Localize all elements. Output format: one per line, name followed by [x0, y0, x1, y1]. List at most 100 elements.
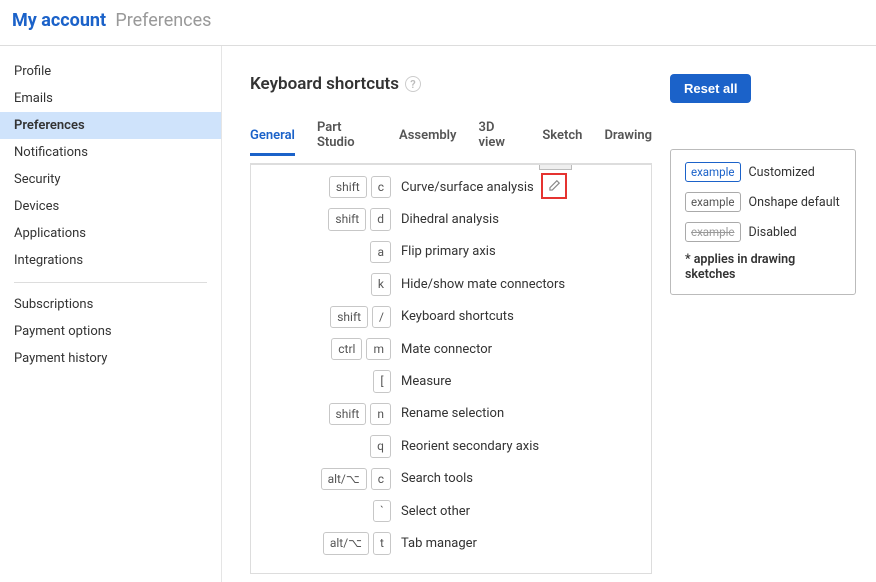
shortcut-row[interactable]: q Reorient secondary axis	[251, 430, 651, 462]
shortcut-row[interactable]: [ Measure	[251, 365, 651, 397]
tab-part-studio[interactable]: Part Studio	[317, 112, 377, 163]
legend-key-default: example	[685, 192, 741, 212]
tab-drawing[interactable]: Drawing	[604, 120, 652, 156]
shortcut-row[interactable]: ` Select other	[251, 495, 651, 527]
key: d	[370, 208, 391, 230]
shortcut-label: Select other	[401, 504, 470, 519]
shortcut-label: Measure	[401, 374, 451, 389]
shortcut-row[interactable]: shift n Rename selection	[251, 398, 651, 430]
shortcut-row[interactable]: shift / Keyboard shortcuts	[251, 301, 651, 333]
sidebar-item-integrations[interactable]: Integrations	[0, 247, 221, 274]
shortcut-row[interactable]: alt/⌥ t Tab manager	[251, 527, 651, 559]
edit-tooltip: Edit	[539, 164, 572, 170]
shortcut-keys: shift c	[261, 176, 391, 198]
sidebar-item-preferences[interactable]: Preferences	[0, 112, 221, 139]
section-title: Keyboard shortcuts ?	[250, 74, 421, 94]
legend-key-customized: example	[685, 162, 741, 182]
key: a	[370, 241, 391, 263]
key: alt/⌥	[323, 532, 369, 554]
shortcut-keys: shift n	[261, 403, 391, 425]
shortcut-keys: a	[261, 241, 391, 263]
shortcut-row[interactable]: shift c Curve/surface analysis Edit	[251, 171, 651, 203]
legend-customized: example Customized	[685, 162, 841, 182]
key: q	[370, 435, 391, 457]
main-panel: Keyboard shortcuts ? General Part Studio…	[222, 46, 876, 582]
shortcut-row[interactable]: ctrl m Mate connector	[251, 333, 651, 365]
shortcut-list[interactable]: shift c Curve/surface analysis Edit shif…	[250, 164, 652, 574]
tab-sketch[interactable]: Sketch	[542, 120, 582, 156]
shortcut-row[interactable]: shift d Dihedral analysis	[251, 203, 651, 235]
shortcut-label: Rename selection	[401, 406, 504, 421]
shortcut-keys: ctrl m	[261, 338, 391, 360]
key: m	[366, 338, 391, 360]
key: `	[373, 500, 391, 522]
sidebar-item-subscriptions[interactable]: Subscriptions	[0, 291, 221, 318]
shortcut-keys: q	[261, 435, 391, 457]
key: alt/⌥	[321, 468, 367, 490]
shortcut-label: Search tools	[401, 471, 473, 486]
shortcut-label: Curve/surface analysis	[401, 180, 534, 195]
tab-assembly[interactable]: Assembly	[399, 120, 456, 156]
sidebar-divider	[14, 282, 207, 283]
shortcut-label: Reorient secondary axis	[401, 439, 539, 454]
sidebar-item-emails[interactable]: Emails	[0, 85, 221, 112]
shortcut-label: Dihedral analysis	[401, 212, 499, 227]
key: ctrl	[331, 338, 362, 360]
sidebar-item-payment-history[interactable]: Payment history	[0, 345, 221, 372]
shortcut-label: Mate connector	[401, 342, 492, 357]
legend-label: Disabled	[749, 225, 797, 240]
shortcut-label: Flip primary axis	[401, 244, 496, 259]
shortcut-row[interactable]: alt/⌥ c Search tools	[251, 463, 651, 495]
key: t	[373, 532, 391, 554]
legend-label: Customized	[749, 165, 815, 180]
shortcut-keys: k	[261, 273, 391, 295]
shortcut-label: Tab manager	[401, 536, 477, 551]
legend-label: Onshape default	[749, 195, 840, 210]
shortcut-keys: alt/⌥ c	[261, 468, 391, 490]
shortcut-keys: shift /	[261, 306, 391, 328]
key: shift	[328, 208, 366, 230]
key: [	[373, 370, 391, 392]
key: k	[371, 273, 391, 295]
shortcut-keys: `	[261, 500, 391, 522]
page-header: My account Preferences	[0, 0, 876, 46]
tab-general[interactable]: General	[250, 120, 295, 156]
legend-note: * applies in drawing sketches	[685, 252, 841, 282]
key: shift	[329, 176, 367, 198]
sidebar-item-devices[interactable]: Devices	[0, 193, 221, 220]
key: n	[370, 403, 391, 425]
sidebar-item-payment-options[interactable]: Payment options	[0, 318, 221, 345]
sidebar-item-applications[interactable]: Applications	[0, 220, 221, 247]
key: shift	[329, 403, 367, 425]
legend-box: example Customized example Onshape defau…	[670, 149, 856, 295]
header-subtitle: Preferences	[115, 10, 211, 31]
shortcut-row[interactable]: k Hide/show mate connectors	[251, 268, 651, 300]
key: c	[371, 176, 391, 198]
sidebar: Profile Emails Preferences Notifications…	[0, 46, 222, 582]
sidebar-item-profile[interactable]: Profile	[0, 58, 221, 85]
shortcut-keys: alt/⌥ t	[261, 532, 391, 554]
pencil-icon	[547, 179, 561, 193]
legend-disabled: example Disabled	[685, 222, 841, 242]
tab-bar: General Part Studio Assembly 3D view Ske…	[250, 112, 652, 164]
key: /	[372, 306, 391, 328]
help-icon[interactable]: ?	[405, 76, 421, 92]
tab-3d-view[interactable]: 3D view	[479, 112, 521, 163]
right-column: Reset all example Customized example Ons…	[670, 74, 856, 295]
header-title: My account	[12, 10, 106, 31]
legend-default: example Onshape default	[685, 192, 841, 212]
shortcut-keys: shift d	[261, 208, 391, 230]
sidebar-item-security[interactable]: Security	[0, 166, 221, 193]
key: shift	[330, 306, 368, 328]
shortcut-row[interactable]: a Flip primary axis	[251, 236, 651, 268]
section-title-text: Keyboard shortcuts	[250, 74, 399, 94]
key: c	[371, 468, 391, 490]
legend-key-disabled: example	[685, 222, 741, 242]
reset-all-button[interactable]: Reset all	[670, 74, 751, 103]
edit-shortcut-button[interactable]	[541, 173, 567, 199]
shortcut-label: Hide/show mate connectors	[401, 277, 565, 292]
shortcut-label: Keyboard shortcuts	[401, 309, 514, 324]
content-area: Profile Emails Preferences Notifications…	[0, 46, 876, 582]
sidebar-item-notifications[interactable]: Notifications	[0, 139, 221, 166]
shortcut-keys: [	[261, 370, 391, 392]
